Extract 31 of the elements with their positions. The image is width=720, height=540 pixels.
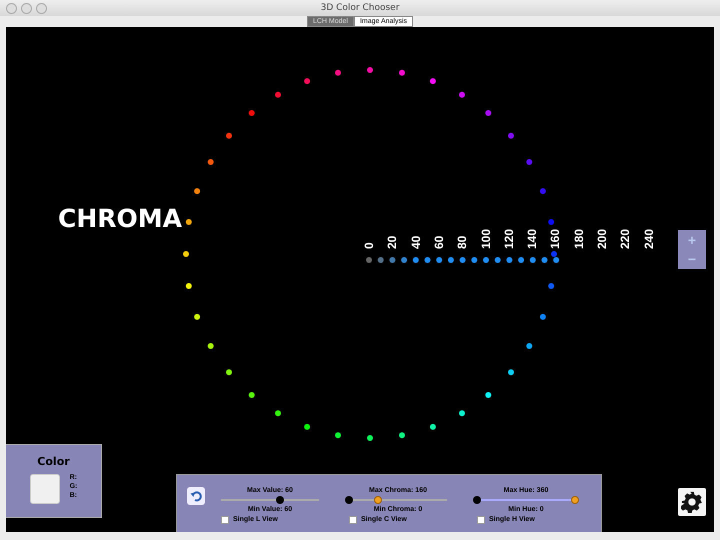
axis-label: 160: [548, 228, 562, 249]
checkbox[interactable]: [349, 516, 357, 524]
settings-button[interactable]: [678, 488, 706, 516]
axis-label: 80: [455, 236, 470, 249]
axis-label: 60: [432, 236, 446, 249]
undo-button[interactable]: [187, 487, 205, 505]
axis-label: 200: [595, 228, 609, 249]
axis-label: 240: [642, 228, 656, 249]
slider-thumb[interactable]: [374, 496, 382, 504]
axis-label: 0: [362, 242, 376, 249]
panel-title: Color: [37, 455, 70, 468]
slider-thumb[interactable]: [276, 496, 284, 504]
axis-label: 120: [502, 228, 516, 249]
checkbox[interactable]: [477, 516, 485, 524]
slider-thumb[interactable]: [571, 496, 579, 504]
window-title: 3D Color Chooser: [320, 3, 400, 13]
axis-label: 20: [385, 236, 400, 249]
zoom-in-button[interactable]: +: [688, 232, 696, 247]
undo-icon: [190, 490, 202, 502]
zoom-out-button[interactable]: −: [688, 252, 696, 266]
slider-thumb[interactable]: [473, 496, 481, 504]
axis-label: 180: [572, 228, 586, 249]
checkbox[interactable]: [221, 516, 229, 524]
slider-thumb[interactable]: [345, 496, 353, 504]
axis-title: CHROMA: [58, 204, 182, 233]
axis-label: 220: [618, 228, 632, 249]
axis-label: 100: [478, 228, 492, 249]
axis-label: 40: [408, 236, 423, 249]
color-swatch: [30, 474, 60, 504]
settings-icon: [681, 491, 703, 513]
axis-label: 140: [525, 228, 540, 249]
